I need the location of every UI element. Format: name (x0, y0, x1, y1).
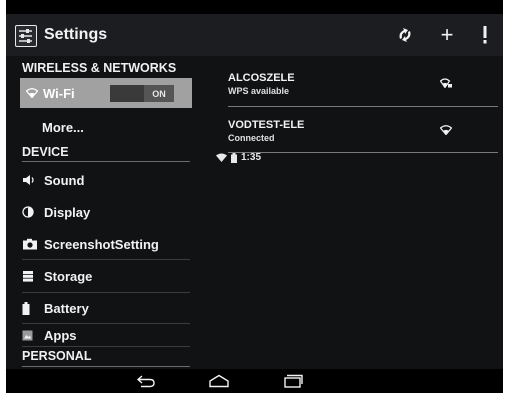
wifi-toggle-state: ON (144, 85, 174, 102)
home-button[interactable] (204, 371, 234, 391)
sidebar-item-label: ScreenshotSetting (44, 236, 159, 252)
list-item-network[interactable]: ALCOSZELE WPS available (228, 62, 498, 106)
list-item-network[interactable]: VODTEST-ELE Connected (228, 109, 498, 153)
sidebar-item-wifi[interactable]: Wi-Fi ON (20, 78, 192, 108)
item-divider (22, 292, 190, 293)
sidebar-item-more[interactable]: More... (22, 120, 190, 135)
page-title: Settings (44, 26, 108, 43)
settings-app-icon (15, 25, 37, 47)
sidebar-item-label: Display (44, 204, 91, 220)
status-bar: 1:35 (6, 0, 503, 163)
sidebar-item-label: Battery (44, 300, 89, 316)
sidebar-item-label: More... (42, 120, 84, 135)
section-divider (22, 161, 190, 162)
wifi-toggle[interactable]: ON (110, 85, 174, 102)
storage-icon (22, 268, 40, 284)
sidebar-item-display[interactable]: Display (22, 204, 190, 220)
section-header-device: DEVICE (22, 145, 69, 159)
settings-screen: 1:35 Settings + WIRELESS & NETWORKS Wi-F… (6, 0, 503, 393)
sidebar-item-storage[interactable]: Storage (22, 268, 190, 284)
back-button[interactable] (131, 371, 161, 391)
overflow-icon (483, 26, 487, 44)
wifi-locked-icon (439, 75, 452, 93)
sidebar-item-label: Sound (44, 172, 85, 188)
camera-icon (22, 236, 40, 252)
battery-icon (22, 300, 40, 316)
wps-icon (399, 28, 411, 42)
wifi-icon (26, 88, 38, 98)
wifi-network-list: ALCOSZELE WPS available VODTEST-ELE Conn… (216, 56, 503, 369)
section-header-personal: PERSONAL (22, 349, 92, 363)
sidebar-item-label: Wi-Fi (43, 85, 75, 101)
navigation-bar (6, 369, 503, 393)
sidebar-item-label: Storage (44, 268, 93, 284)
home-icon (209, 374, 229, 388)
settings-sidebar: WIRELESS & NETWORKS Wi-Fi ON More... DEV… (6, 56, 216, 369)
apps-icon (22, 327, 40, 343)
section-header-wireless: WIRELESS & NETWORKS (22, 61, 177, 75)
network-status: WPS available (228, 86, 290, 96)
back-icon (136, 375, 155, 388)
wps-button[interactable] (392, 22, 418, 48)
list-divider (228, 152, 498, 153)
display-icon (22, 204, 40, 220)
sidebar-item-label: Apps (44, 327, 77, 343)
item-divider (22, 259, 190, 260)
add-icon: + (440, 22, 454, 47)
item-divider (22, 323, 190, 324)
network-status: Connected (228, 133, 275, 143)
recents-icon (284, 374, 303, 388)
network-ssid: ALCOSZELE (228, 72, 295, 84)
sidebar-item-screenshot[interactable]: ScreenshotSetting (22, 236, 190, 252)
wifi-icon (439, 122, 453, 140)
overflow-menu-button[interactable] (472, 22, 498, 48)
section-divider (22, 366, 190, 367)
item-divider (22, 346, 190, 347)
network-ssid: VODTEST-ELE (228, 119, 305, 131)
sound-icon (22, 172, 40, 188)
add-network-button[interactable]: + (434, 22, 460, 48)
action-bar: Settings + (6, 14, 503, 56)
recents-button[interactable] (278, 371, 308, 391)
list-divider (228, 106, 498, 107)
sidebar-item-sound[interactable]: Sound (22, 172, 190, 188)
sidebar-item-apps[interactable]: Apps (22, 327, 190, 343)
sidebar-item-battery[interactable]: Battery (22, 300, 190, 316)
